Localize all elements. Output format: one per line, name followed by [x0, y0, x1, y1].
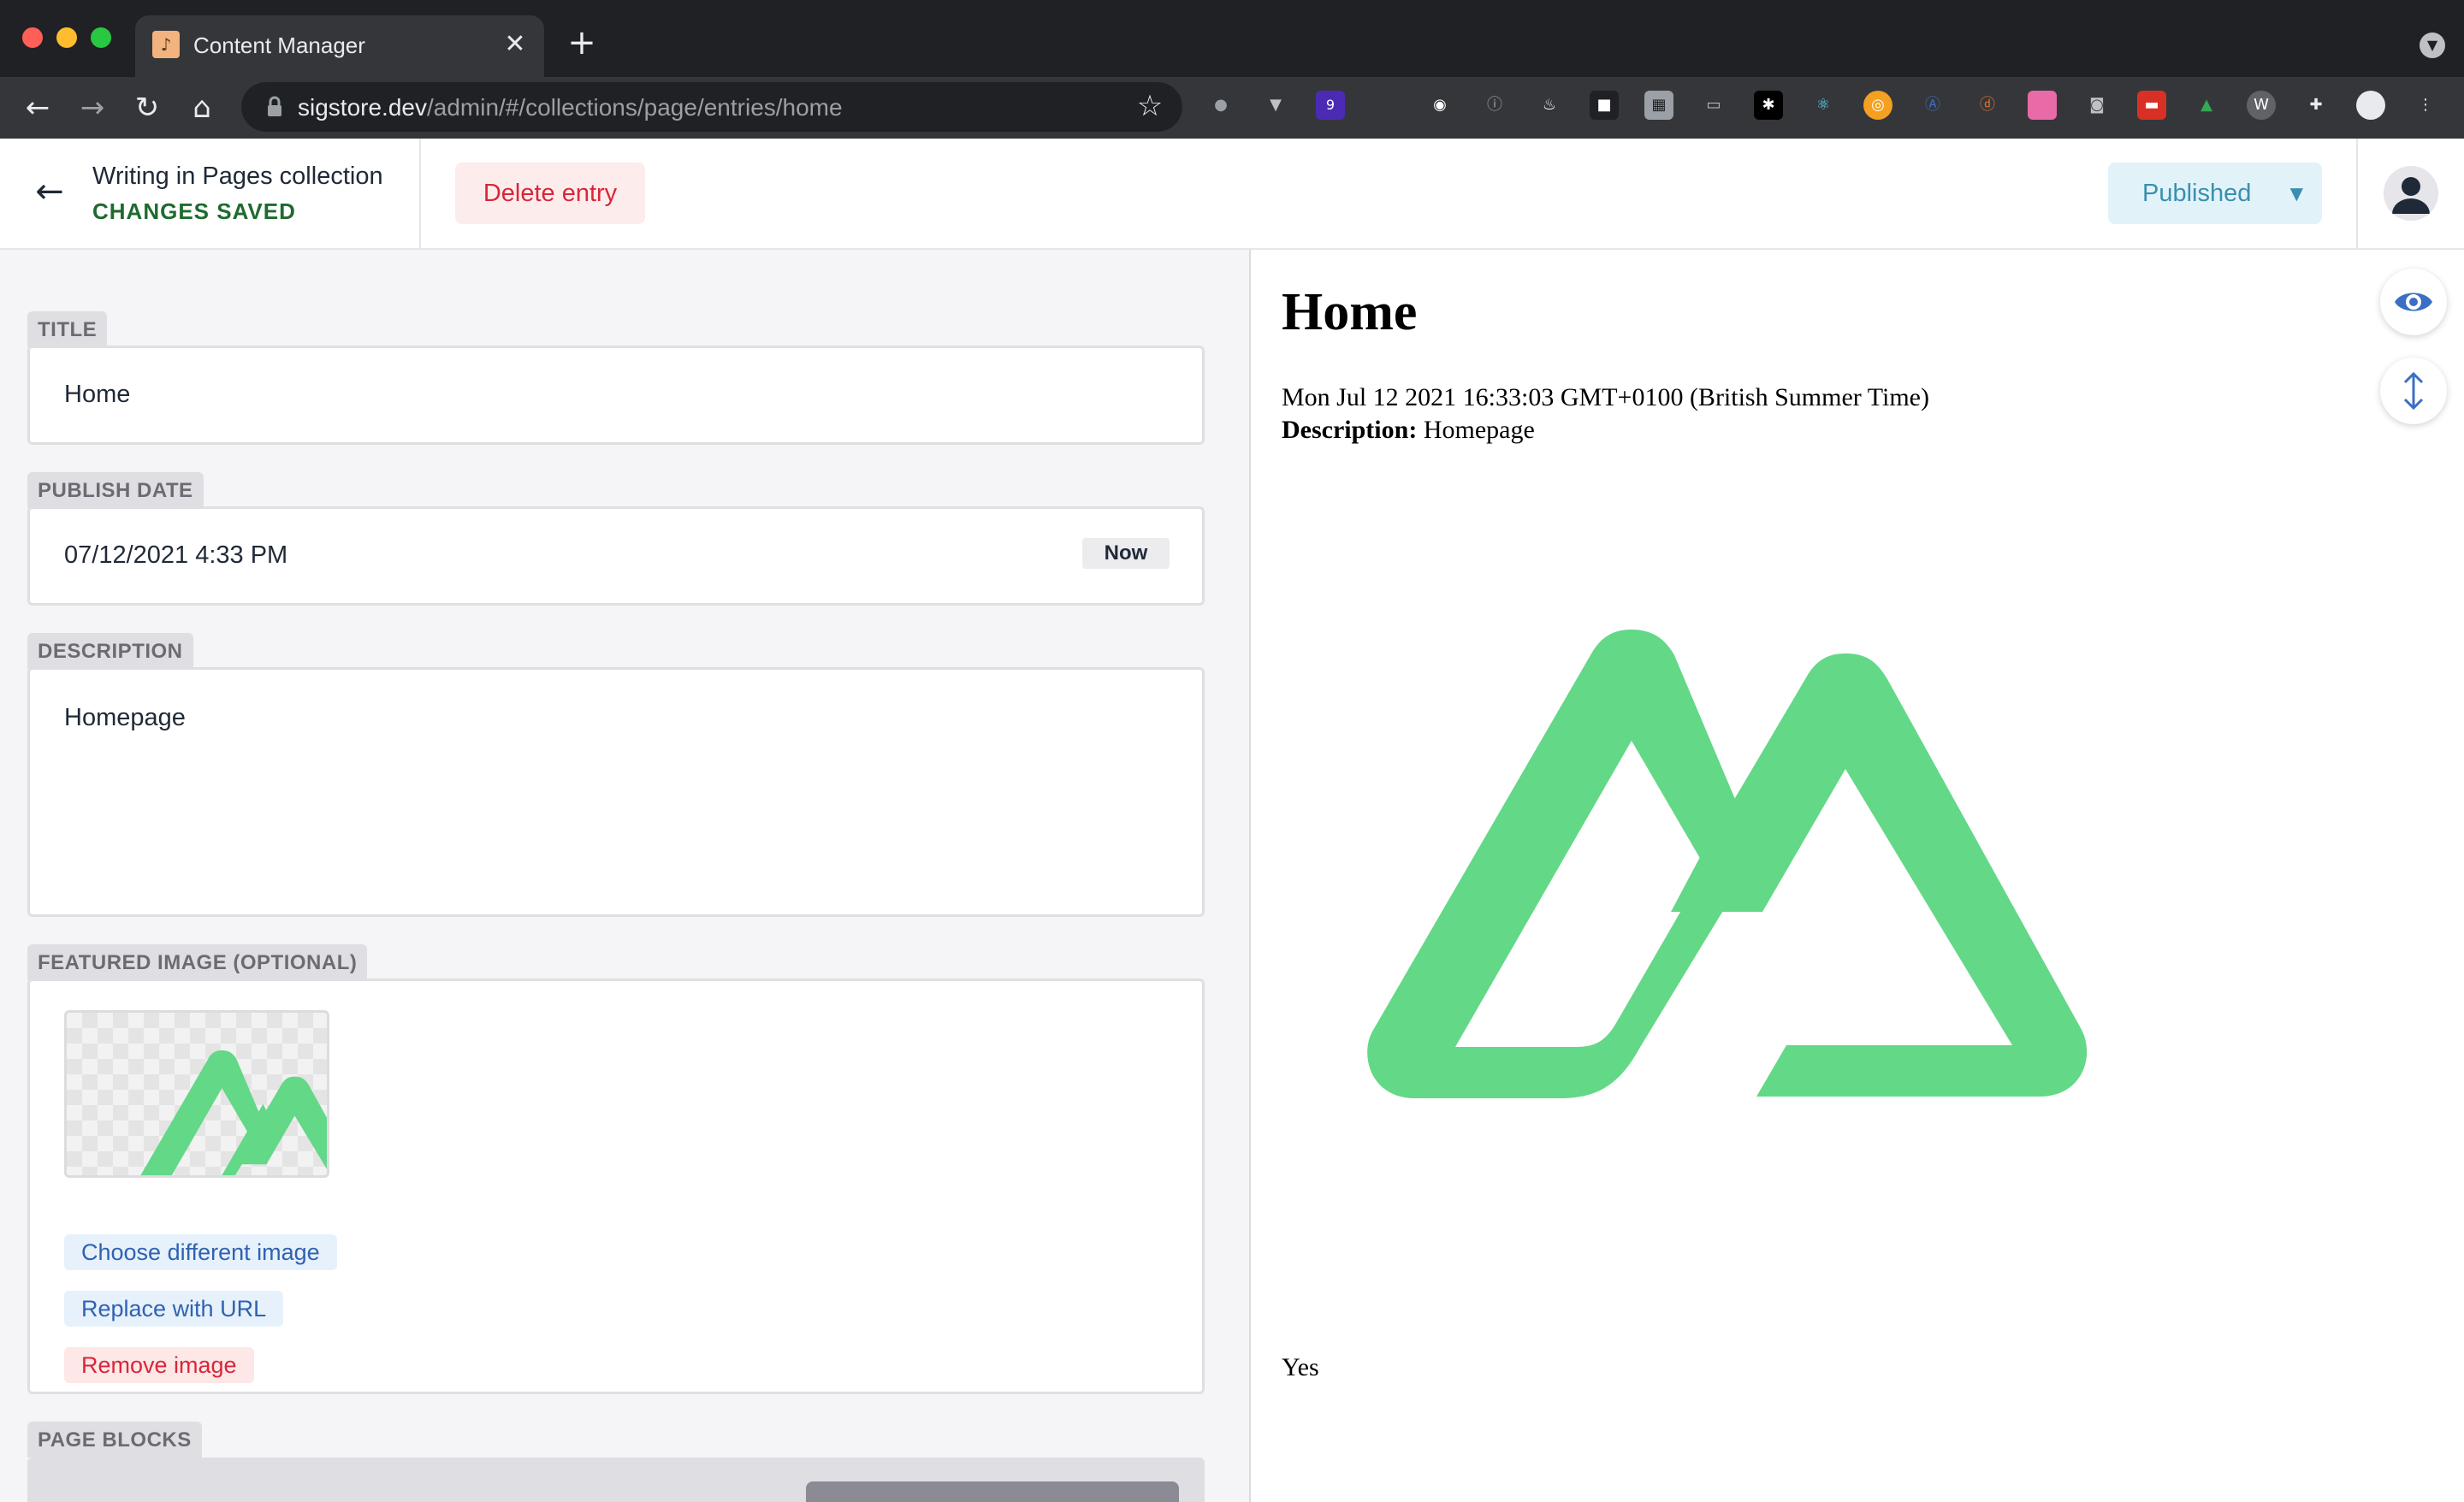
extension-blocks-icon[interactable]: ▲	[2192, 91, 2221, 120]
extension-w-icon[interactable]: W	[2247, 91, 2276, 120]
now-button[interactable]: Now	[1082, 538, 1170, 569]
extension-camera-icon[interactable]: ◙	[2082, 91, 2112, 120]
new-tab-button[interactable]: +	[561, 24, 602, 65]
url-host: sigstore.dev	[298, 94, 427, 121]
eye-icon	[2395, 293, 2432, 311]
window-close-button[interactable]	[22, 27, 43, 48]
sync-scroll-button[interactable]	[2380, 358, 2447, 424]
home-icon[interactable]: ⌂	[181, 87, 222, 128]
delete-entry-button[interactable]: Delete entry	[455, 163, 645, 224]
preview-pane: Home Mon Jul 12 2021 16:33:03 GMT+0100 (…	[1253, 250, 2464, 1502]
star-icon[interactable]: ☆	[1133, 89, 1167, 123]
remove-image-button[interactable]: Remove image	[64, 1347, 254, 1383]
back-arrow-icon[interactable]: ←	[31, 173, 68, 210]
editor-header: ← Writing in Pages collection CHANGES SA…	[0, 139, 2464, 250]
extension-bh-icon[interactable]: ▦	[1644, 91, 1673, 120]
extensions-puzzle-icon[interactable]: ✚	[2301, 91, 2331, 120]
publish-date-input[interactable]: 07/12/2021 4:33 PM Now	[27, 506, 1205, 606]
collection-title: Writing in Pages collection	[92, 163, 383, 190]
url-path: /admin/#/collections/page/entries/home	[426, 94, 843, 121]
nuxt-logo-thumbnail-icon	[140, 1050, 327, 1175]
preview-description-value: Homepage	[1423, 416, 1535, 444]
description-value: Homepage	[64, 704, 186, 731]
browser-tab-bar: ♪ Content Manager ✕ + ▼	[0, 0, 2464, 77]
extension-a-icon[interactable]: Ⓐ	[1918, 91, 1947, 120]
window-zoom-button[interactable]	[91, 27, 111, 48]
reload-icon[interactable]: ↻	[127, 87, 168, 128]
user-avatar-icon[interactable]	[2384, 166, 2438, 221]
extension-badge-count: 9	[1325, 97, 1336, 113]
browser-back-icon[interactable]: ←	[17, 87, 58, 128]
page-blocks-field-label: PAGE BLOCKS	[27, 1422, 202, 1458]
chevron-down-icon: ▼	[2289, 183, 2303, 204]
publish-status-label: Published	[2142, 180, 2252, 207]
extension-flame-icon[interactable]: ♨	[1535, 91, 1564, 120]
scroll-sync-icon	[2403, 371, 2424, 411]
lock-icon	[268, 96, 281, 116]
preview-title: Home	[1282, 283, 1418, 341]
nuxt-logo-preview-image	[1367, 630, 2088, 1098]
preview-description-label: Description:	[1282, 416, 1418, 444]
title-field-label: TITLE	[27, 311, 108, 347]
extension-red-icon[interactable]: ▬	[2137, 91, 2166, 120]
extension-badge-icon[interactable]: 9	[1316, 91, 1345, 120]
choose-different-image-button[interactable]: Choose different image	[64, 1234, 337, 1270]
preview-footer-text: Yes	[1282, 1353, 1319, 1381]
browser-tab[interactable]: ♪ Content Manager ✕	[135, 15, 544, 77]
description-field-label: DESCRIPTION	[27, 633, 193, 669]
title-input-value: Home	[64, 381, 131, 408]
extension-video-icon[interactable]: ■	[1590, 91, 1619, 120]
description-textarea[interactable]: Homepage	[27, 667, 1205, 917]
extension-gradient-icon[interactable]	[2028, 91, 2057, 120]
page-blocks-add-button[interactable]	[806, 1481, 1179, 1502]
profile-avatar-icon[interactable]	[2356, 91, 2385, 120]
preview-date: Mon Jul 12 2021 16:33:03 GMT+0100 (Briti…	[1282, 383, 1929, 411]
save-status: CHANGES SAVED	[92, 198, 296, 224]
url-text: sigstore.dev/admin/#/collections/page/en…	[298, 94, 843, 121]
browser-menu-icon[interactable]: ⋮	[2411, 91, 2440, 120]
extension-react-icon[interactable]: ⚛	[1809, 91, 1838, 120]
preview-description: Description: Homepage	[1282, 416, 1535, 445]
extension-icon[interactable]: ●	[1206, 91, 1235, 120]
featured-image-widget: Choose different image Replace with URL …	[27, 979, 1205, 1394]
extension-info-icon[interactable]: ⓘ	[1480, 91, 1509, 120]
extension-dots-icon[interactable]: ◉	[1425, 91, 1454, 120]
tab-search-chevron-icon[interactable]: ▼	[2420, 33, 2445, 58]
toggle-preview-button[interactable]	[2380, 269, 2447, 335]
header-divider	[2356, 139, 2358, 248]
address-bar[interactable]: sigstore.dev/admin/#/collections/page/en…	[241, 82, 1182, 132]
replace-with-url-button[interactable]: Replace with URL	[64, 1291, 284, 1327]
extension-lighthouse-icon[interactable]: ◎	[1863, 91, 1892, 120]
editor-pane: TITLE Home PUBLISH DATE 07/12/2021 4:33 …	[0, 250, 1251, 1502]
publish-date-value: 07/12/2021 4:33 PM	[64, 541, 288, 569]
featured-image-thumbnail[interactable]	[64, 1010, 329, 1178]
extension-d-icon[interactable]: ⓓ	[1973, 91, 2002, 120]
featured-image-field-label: FEATURED IMAGE (OPTIONAL)	[27, 944, 368, 980]
tab-close-icon[interactable]: ✕	[498, 27, 532, 62]
extension-star-icon[interactable]: ✱	[1754, 91, 1783, 120]
tab-favicon-icon: ♪	[152, 31, 180, 58]
extension-chat-icon[interactable]: ▭	[1699, 91, 1728, 120]
title-input[interactable]: Home	[27, 346, 1205, 445]
publish-date-field-label: PUBLISH DATE	[27, 472, 204, 508]
header-divider	[419, 139, 421, 248]
extension-vue-icon[interactable]: ▼	[1261, 91, 1290, 120]
tab-title: Content Manager	[193, 33, 365, 58]
publish-status-dropdown[interactable]: Published ▼	[2108, 163, 2322, 224]
window-minimize-button[interactable]	[56, 27, 77, 48]
browser-forward-icon[interactable]: →	[72, 87, 113, 128]
